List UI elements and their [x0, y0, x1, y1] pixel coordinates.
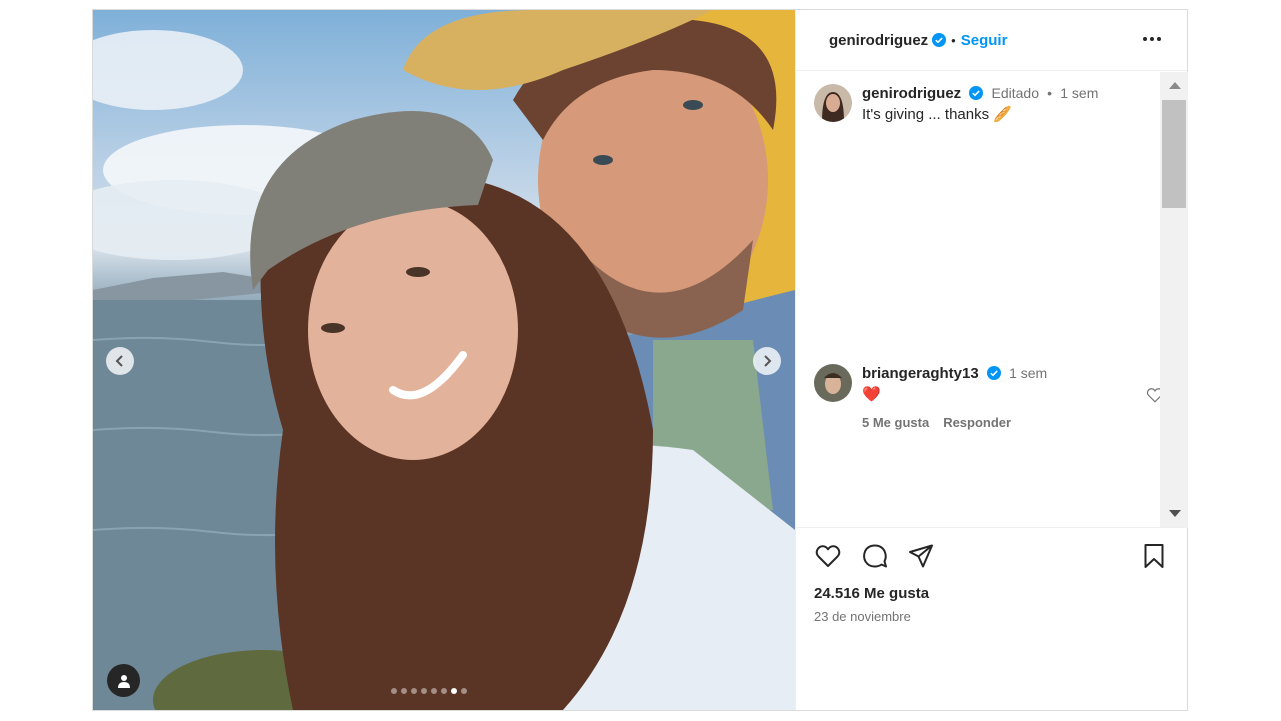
carousel-dot — [431, 688, 437, 694]
carousel-dot — [391, 688, 397, 694]
post-header: genirodriguez • Seguir — [796, 10, 1187, 71]
comment-icon[interactable] — [861, 542, 889, 570]
carousel-dot — [441, 688, 447, 694]
chevron-right-icon — [764, 355, 772, 367]
caption-separator: • — [1047, 85, 1053, 101]
caption-username[interactable]: genirodriguez — [862, 85, 961, 102]
follow-button[interactable]: Seguir — [961, 32, 1008, 49]
more-options-icon — [1143, 37, 1147, 41]
chevron-left-icon — [115, 355, 123, 367]
heart-icon[interactable] — [814, 542, 842, 570]
comment-likes[interactable]: 5 Me gusta — [862, 415, 929, 430]
tagged-users-button[interactable] — [107, 664, 140, 697]
carousel-dot — [411, 688, 417, 694]
post-photo[interactable] — [93, 10, 795, 710]
verified-icon — [986, 366, 1001, 380]
likes-count[interactable]: 24.516 Me gusta — [814, 585, 929, 602]
photo-scene — [93, 10, 795, 710]
action-bar — [814, 542, 1166, 572]
comment-item: briangeraghty13 1 sem ❤️ 5 Me gusta Resp… — [814, 364, 1164, 430]
header-separator: • — [951, 32, 956, 48]
edited-label: Editado — [991, 85, 1039, 101]
scroll-thumb[interactable] — [1162, 100, 1186, 208]
next-photo-button[interactable] — [753, 347, 781, 375]
comment-text: ❤️ — [862, 386, 881, 403]
share-icon[interactable] — [907, 542, 935, 570]
comment-username[interactable]: briangeraghty13 — [862, 365, 979, 382]
carousel-indicator — [391, 688, 467, 694]
carousel-dot — [421, 688, 427, 694]
more-options-button[interactable] — [1143, 32, 1165, 46]
scroll-down-arrow-icon[interactable] — [1169, 510, 1181, 517]
user-tag-icon — [117, 674, 130, 688]
caption-time[interactable]: 1 sem — [1060, 85, 1098, 101]
post-modal: genirodriguez • Seguir genirodriguez Edi… — [92, 9, 1188, 711]
caption-text: It's giving ... thanks 🥖 — [862, 106, 1012, 123]
verified-icon — [932, 33, 947, 47]
previous-photo-button[interactable] — [106, 347, 134, 375]
carousel-dot — [451, 688, 457, 694]
bookmark-icon[interactable] — [1140, 542, 1168, 570]
post-date[interactable]: 23 de noviembre — [814, 609, 911, 624]
scroll-up-arrow-icon[interactable] — [1169, 82, 1181, 89]
caption: genirodriguez Editado • 1 sem It's givin… — [814, 84, 1154, 125]
comment-time[interactable]: 1 sem — [1009, 365, 1047, 381]
post-details-panel: genirodriguez • Seguir genirodriguez Edi… — [795, 10, 1188, 710]
avatar[interactable] — [814, 364, 852, 402]
avatar[interactable] — [814, 84, 852, 122]
carousel-dot — [461, 688, 467, 694]
verified-icon — [969, 86, 984, 100]
post-footer: 24.516 Me gusta 23 de noviembre — [796, 527, 1188, 710]
comments-section[interactable]: genirodriguez Editado • 1 sem It's givin… — [796, 72, 1188, 527]
reply-button[interactable]: Responder — [943, 415, 1011, 430]
comments-scrollbar[interactable] — [1160, 72, 1188, 527]
carousel-dot — [401, 688, 407, 694]
header-username[interactable]: genirodriguez — [829, 32, 928, 49]
